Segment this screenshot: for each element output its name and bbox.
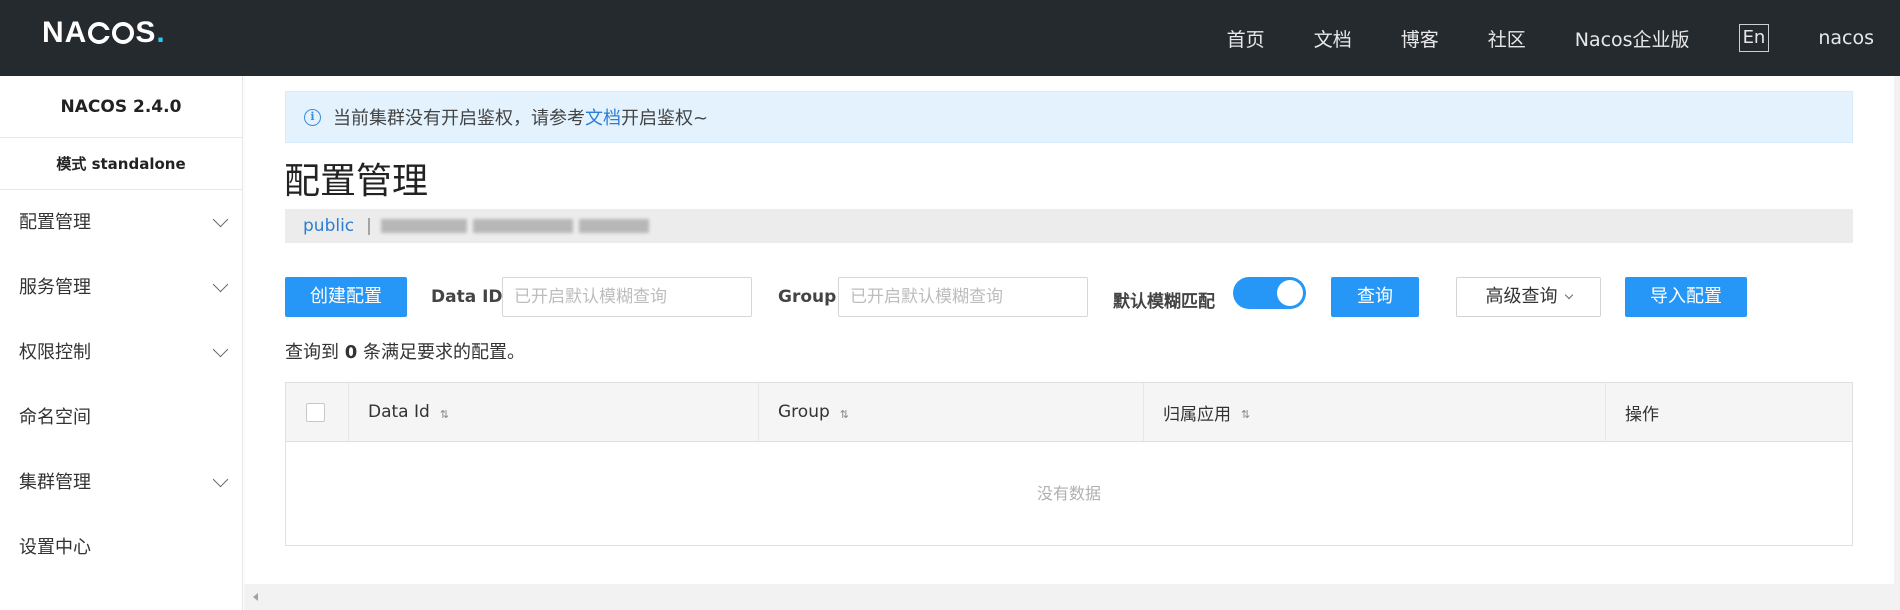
top-nav: 首页 文档 博客 社区 Nacos企业版 En nacos xyxy=(1178,0,1874,76)
column-app[interactable]: 归属应用 ⇅ xyxy=(1144,383,1606,441)
result-suffix: 条满足要求的配置。 xyxy=(363,342,525,363)
result-summary: 查询到 0 条满足要求的配置。 xyxy=(285,338,525,364)
select-all-cell xyxy=(286,383,349,441)
notice-text-before: 当前集群没有开启鉴权，请参考 xyxy=(333,108,585,129)
vertical-scrollbar[interactable] xyxy=(1894,76,1900,584)
sidebar-item-label: 配置管理 xyxy=(19,212,91,233)
create-config-button[interactable]: 创建配置 xyxy=(285,277,407,317)
namespace-redacted[interactable] xyxy=(472,219,573,233)
import-config-button[interactable]: 导入配置 xyxy=(1625,277,1747,317)
column-data-id[interactable]: Data Id ⇅ xyxy=(349,383,759,441)
sidebar-item-namespace[interactable]: 命名空间 xyxy=(0,385,242,450)
nav-enterprise[interactable]: Nacos企业版 xyxy=(1575,25,1690,52)
auth-notice: i 当前集群没有开启鉴权，请参考 文档 开启鉴权~ xyxy=(285,91,1853,143)
group-label: Group xyxy=(778,287,837,307)
sidebar-item-cluster-management[interactable]: 集群管理 xyxy=(0,450,242,515)
column-label: 操作 xyxy=(1625,404,1659,425)
notice-text-after: 开启鉴权~ xyxy=(621,108,709,129)
mode-label: 模式 standalone xyxy=(0,138,242,190)
namespace-public[interactable]: public xyxy=(303,216,354,236)
chevron-down-icon xyxy=(212,211,229,228)
config-table: Data Id ⇅ Group ⇅ 归属应用 ⇅ 操作 没有数据 xyxy=(285,382,1853,546)
scroll-left-icon[interactable] xyxy=(253,593,258,601)
sidebar-item-label: 集群管理 xyxy=(19,472,91,493)
namespace-separator: | xyxy=(366,216,372,236)
sidebar-item-access-control[interactable]: 权限控制 xyxy=(0,320,242,385)
column-label: Data Id xyxy=(368,402,430,422)
sidebar-item-config-management[interactable]: 配置管理 xyxy=(0,190,242,255)
sidebar-item-settings[interactable]: 设置中心 xyxy=(0,515,242,580)
select-all-checkbox[interactable] xyxy=(306,402,325,422)
sidebar-item-label: 命名空间 xyxy=(19,407,91,428)
advanced-query-label: 高级查询 xyxy=(1485,286,1558,307)
chevron-down-icon xyxy=(212,341,229,358)
result-prefix: 查询到 xyxy=(285,342,339,363)
nav-home[interactable]: 首页 xyxy=(1227,25,1265,52)
chevron-down-icon xyxy=(212,276,229,293)
chevron-down-icon xyxy=(1564,290,1573,300)
nav-docs[interactable]: 文档 xyxy=(1314,25,1352,52)
page-title: 配置管理 xyxy=(284,161,429,202)
sort-icon[interactable]: ⇅ xyxy=(840,408,849,421)
fuzzy-match-toggle[interactable] xyxy=(1233,277,1306,309)
namespace-redacted[interactable] xyxy=(380,219,467,233)
sidebar-item-label: 设置中心 xyxy=(19,537,91,558)
column-label: Group xyxy=(778,402,830,422)
table-header: Data Id ⇅ Group ⇅ 归属应用 ⇅ 操作 xyxy=(286,383,1852,442)
sidebar-item-service-management[interactable]: 服务管理 xyxy=(0,255,242,320)
advanced-query-button[interactable]: 高级查询 xyxy=(1456,277,1601,317)
fuzzy-match-label: 默认模糊匹配 xyxy=(1113,292,1215,312)
chevron-down-icon xyxy=(212,471,229,488)
sidebar: NACOS 2.4.0 模式 standalone 配置管理 服务管理 权限控制… xyxy=(0,76,243,610)
main-area: i 当前集群没有开启鉴权，请参考 文档 开启鉴权~ 配置管理 public | … xyxy=(244,76,1900,610)
nav-community[interactable]: 社区 xyxy=(1488,25,1526,52)
sidebar-item-label: 权限控制 xyxy=(19,342,91,363)
nacos-logo[interactable]: NA S. xyxy=(42,16,166,49)
sort-icon[interactable]: ⇅ xyxy=(440,408,449,421)
version-label: NACOS 2.4.0 xyxy=(0,76,242,138)
column-actions: 操作 xyxy=(1606,383,1852,441)
data-id-input[interactable] xyxy=(502,277,752,317)
sidebar-item-label: 服务管理 xyxy=(19,277,91,298)
empty-state: 没有数据 xyxy=(1036,484,1101,503)
toggle-knob xyxy=(1277,280,1303,306)
column-group[interactable]: Group ⇅ xyxy=(759,383,1144,441)
content-panel: i 当前集群没有开启鉴权，请参考 文档 开启鉴权~ 配置管理 public | … xyxy=(245,76,1895,584)
data-id-label: Data ID xyxy=(431,287,503,307)
sort-icon[interactable]: ⇅ xyxy=(1241,408,1250,421)
nav-blog[interactable]: 博客 xyxy=(1401,25,1439,52)
result-count: 0 xyxy=(344,342,358,363)
notice-docs-link[interactable]: 文档 xyxy=(585,104,621,130)
user-menu[interactable]: nacos xyxy=(1818,27,1874,49)
horizontal-scrollbar[interactable] xyxy=(244,584,1900,610)
column-label: 归属应用 xyxy=(1163,404,1231,425)
top-navbar: NA S. 首页 文档 博客 社区 Nacos企业版 En nacos xyxy=(0,0,1900,76)
info-icon: i xyxy=(304,108,321,126)
language-switch-button[interactable]: En xyxy=(1738,24,1770,52)
namespace-redacted[interactable] xyxy=(578,219,649,233)
group-input[interactable] xyxy=(838,277,1088,317)
query-button[interactable]: 查询 xyxy=(1331,277,1419,317)
namespace-bar: public | xyxy=(285,209,1853,243)
